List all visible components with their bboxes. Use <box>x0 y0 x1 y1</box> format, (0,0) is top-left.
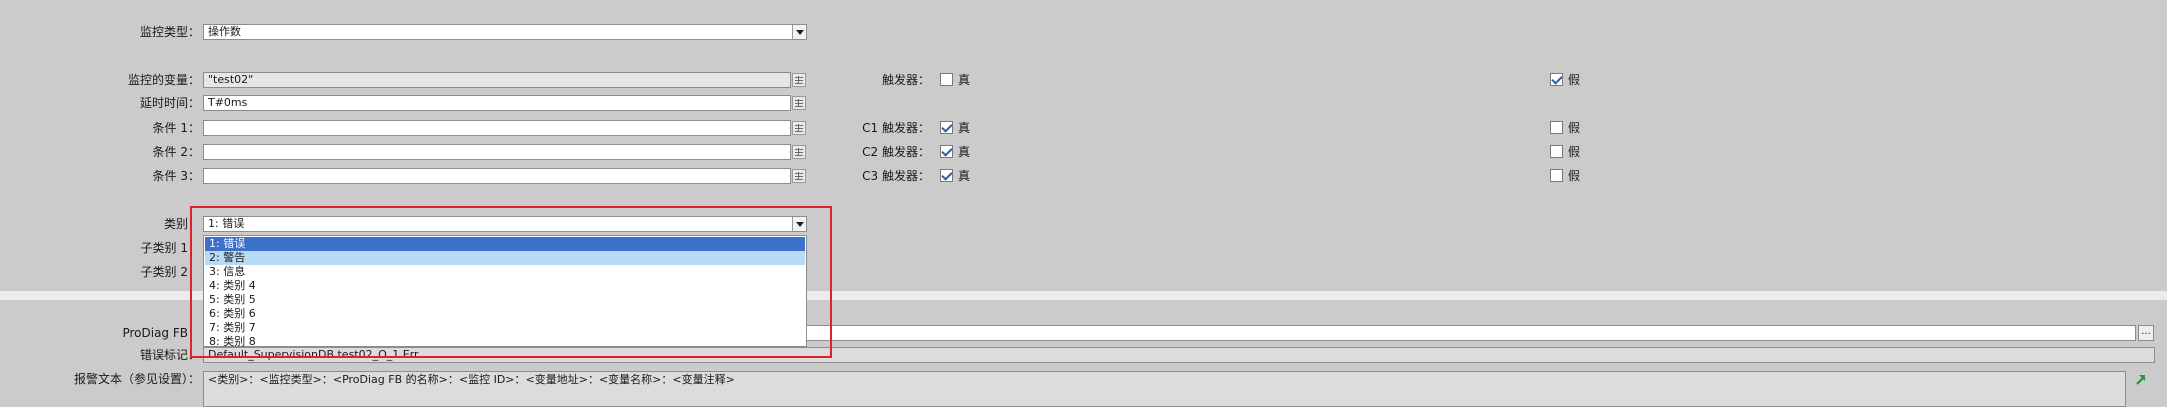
tag-list-icon[interactable] <box>792 121 806 135</box>
category-option[interactable]: 2: 警告 <box>205 251 805 265</box>
c3-false-checkbox[interactable] <box>1550 169 1563 182</box>
alarm-text-field[interactable]: <类别>：<监控类型>：<ProDiag FB 的名称>：<监控 ID>：<变量… <box>203 371 2126 407</box>
category-option[interactable]: 4: 类别 4 <box>205 279 805 293</box>
trigger-false-label: 假 <box>1568 73 1581 87</box>
monitored-tag-field[interactable]: "test02" <box>203 72 791 88</box>
category-value: 1: 错误 <box>208 217 245 230</box>
condition-2-field[interactable] <box>203 144 791 160</box>
condition-1-field[interactable] <box>203 120 791 136</box>
delay-value: T#0ms <box>208 96 248 109</box>
category-label: 类别： <box>163 217 200 231</box>
category-option[interactable]: 5: 类别 5 <box>205 293 805 307</box>
trigger-true-checkbox[interactable] <box>940 73 953 86</box>
monitor-type-select[interactable]: 操作数 <box>203 24 807 40</box>
error-tag-field[interactable]: Default_SupervisionDB.test02_O_1.Err <box>203 347 2155 363</box>
category-select[interactable]: 1: 错误 <box>203 216 807 232</box>
c2-false-label: 假 <box>1568 145 1581 159</box>
c1-true-label: 真 <box>958 121 971 135</box>
monitor-type-value: 操作数 <box>208 25 241 38</box>
monitor-type-label: 监控类型： <box>139 25 200 39</box>
c2-true-label: 真 <box>958 145 971 159</box>
tag-list-icon[interactable] <box>792 145 806 159</box>
c3-true-label: 真 <box>958 169 971 183</box>
c3-trigger-label: C3 触发器： <box>862 169 930 183</box>
delay-field[interactable]: T#0ms <box>203 95 791 111</box>
c2-false-checkbox[interactable] <box>1550 145 1563 158</box>
tag-list-icon[interactable] <box>792 96 806 110</box>
chevron-down-icon[interactable] <box>792 25 806 39</box>
trigger-true-label: 真 <box>958 73 971 87</box>
browse-button[interactable]: ... <box>2138 325 2154 341</box>
category-option[interactable]: 8: 类别 8 <box>205 335 805 349</box>
monitored-tag-value: "test02" <box>208 73 254 86</box>
condition-1-label: 条件 1： <box>152 121 200 135</box>
c3-true-checkbox[interactable] <box>940 169 953 182</box>
trigger-label: 触发器： <box>881 73 930 87</box>
c1-trigger-label: C1 触发器： <box>862 121 930 135</box>
c2-true-checkbox[interactable] <box>940 145 953 158</box>
chevron-down-icon[interactable] <box>792 217 806 231</box>
category-option[interactable]: 6: 类别 6 <box>205 307 805 321</box>
c1-false-checkbox[interactable] <box>1550 121 1563 134</box>
category-dropdown-list: 1: 错误 2: 警告 3: 信息 4: 类别 4 5: 类别 5 6: 类别 … <box>203 235 807 349</box>
delay-label: 延时时间： <box>139 96 200 110</box>
c3-false-label: 假 <box>1568 169 1581 183</box>
condition-3-field[interactable] <box>203 168 791 184</box>
category-option[interactable]: 7: 类别 7 <box>205 321 805 335</box>
green-arrow-up-right-icon[interactable] <box>2134 372 2148 386</box>
category-option[interactable]: 3: 信息 <box>205 265 805 279</box>
error-tag-label: 错误标记： <box>139 348 200 362</box>
c1-true-checkbox[interactable] <box>940 121 953 134</box>
trigger-false-checkbox[interactable] <box>1550 73 1563 86</box>
tag-list-icon[interactable] <box>792 169 806 183</box>
tag-list-icon[interactable] <box>792 73 806 87</box>
error-tag-value: Default_SupervisionDB.test02_O_1.Err <box>208 348 419 361</box>
condition-3-label: 条件 3： <box>152 169 200 183</box>
category-option[interactable]: 1: 错误 <box>205 237 805 251</box>
subcategory-1-label: 子类别 1： <box>140 241 200 255</box>
alarm-text-value: <类别>：<监控类型>：<ProDiag FB 的名称>：<监控 ID>：<变量… <box>208 373 735 386</box>
subcategory-2-label: 子类别 2： <box>140 265 200 279</box>
alarm-text-label: 报警文本（参见设置）： <box>73 372 200 386</box>
condition-2-label: 条件 2： <box>152 145 200 159</box>
monitored-tag-label: 监控的变量： <box>127 73 200 87</box>
browse-button-label: ... <box>2141 326 2151 337</box>
c1-false-label: 假 <box>1568 121 1581 135</box>
c2-trigger-label: C2 触发器： <box>862 145 930 159</box>
prodiag-fb-label: ProDiag FB： <box>122 326 200 340</box>
